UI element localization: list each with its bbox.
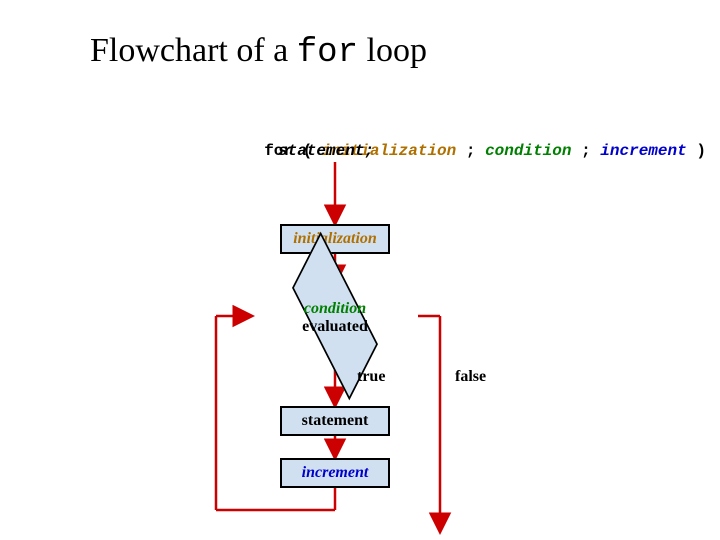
sep2: ; — [571, 142, 600, 160]
initialization-box: initialization — [280, 224, 390, 254]
increment-label: increment — [302, 464, 369, 482]
for-syntax-statement: statement; — [278, 142, 374, 160]
sep1: ; — [456, 142, 485, 160]
condition-diamond-label: condition evaluated — [275, 300, 395, 337]
true-label: true — [357, 368, 385, 386]
evaluated-word: evaluated — [302, 318, 368, 335]
title-code: for — [297, 34, 358, 72]
statement-box: statement — [280, 406, 390, 436]
condition-word: condition — [304, 300, 366, 317]
title-suffix: loop — [358, 32, 427, 69]
false-label: false — [455, 368, 486, 386]
close-paren: ) — [687, 142, 706, 160]
statement-label: statement — [302, 412, 369, 430]
syntax-increment: increment — [600, 142, 686, 160]
initialization-label: initialization — [293, 230, 377, 248]
increment-box: increment — [280, 458, 390, 488]
title-prefix: Flowchart of a — [90, 32, 297, 69]
page-title: Flowchart of a for loop — [90, 32, 427, 72]
syntax-condition: condition — [485, 142, 571, 160]
